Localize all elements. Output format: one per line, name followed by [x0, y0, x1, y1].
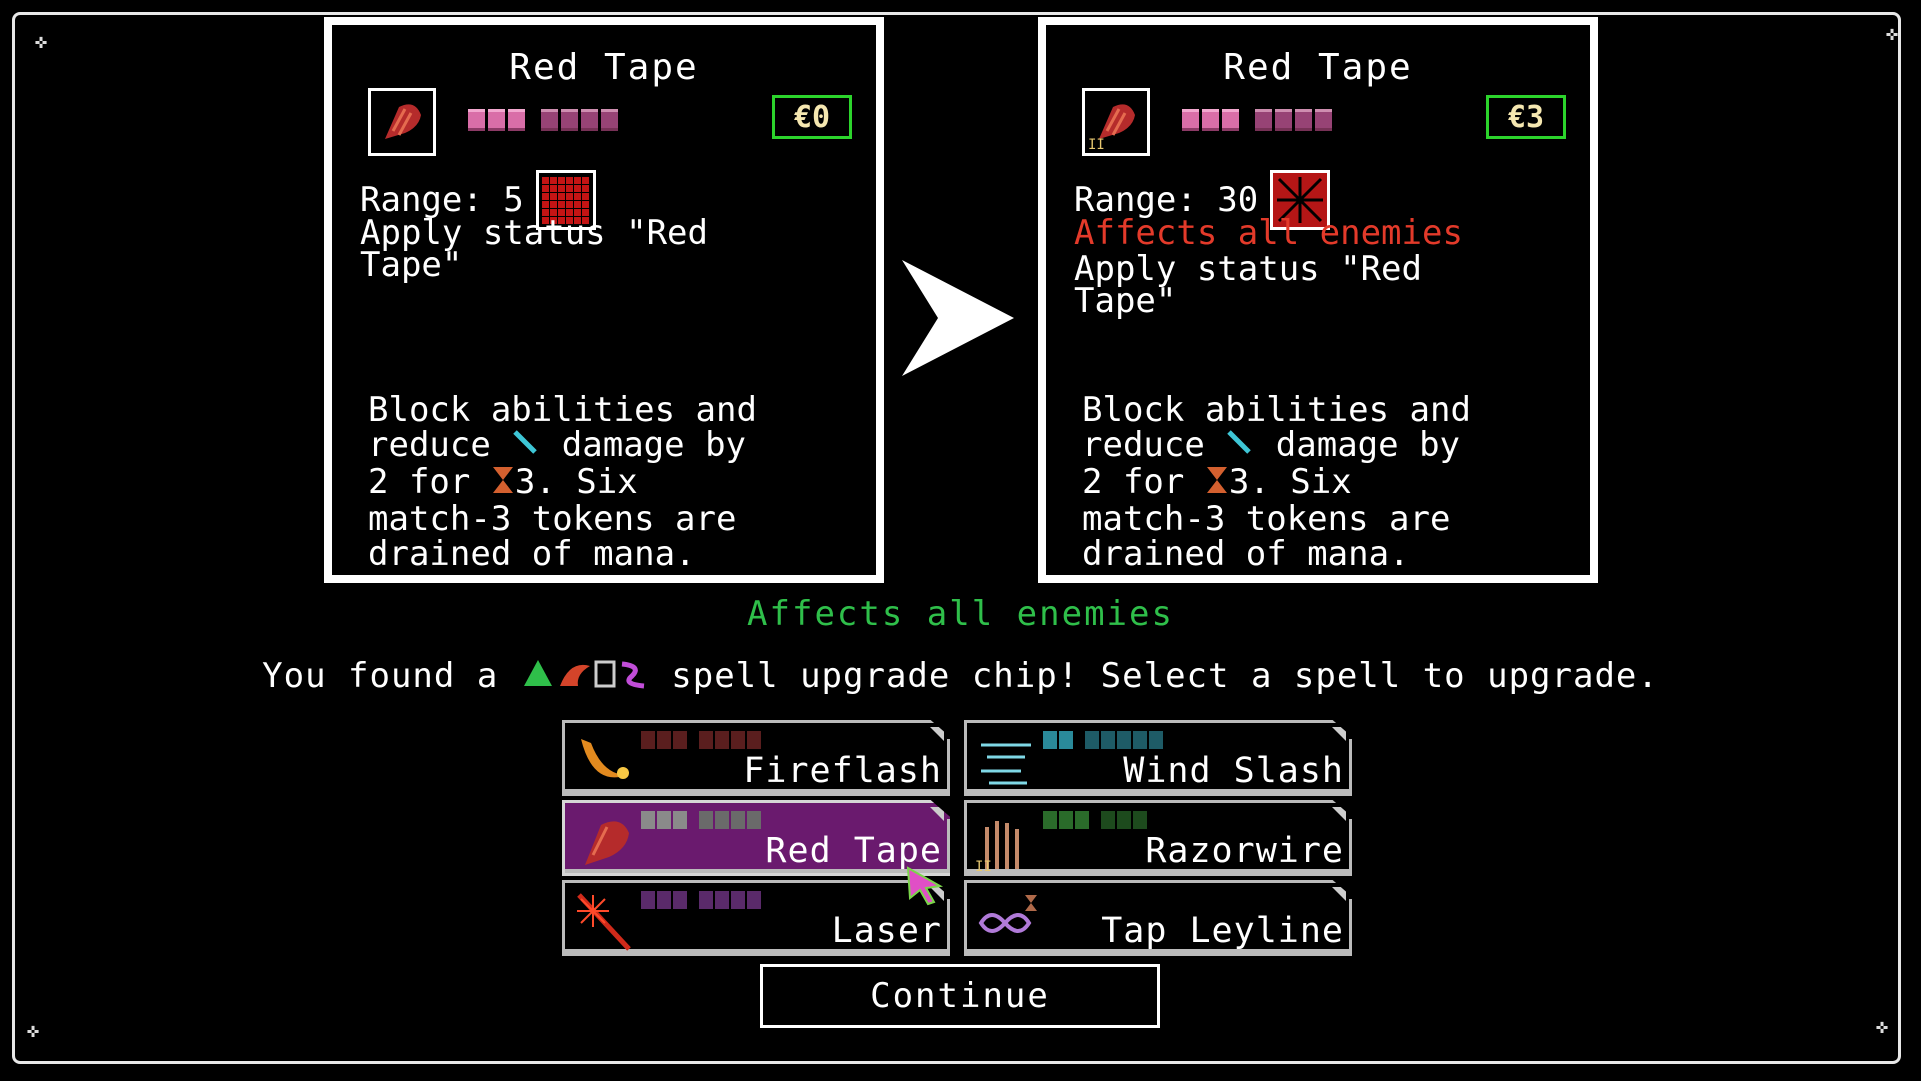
upgrade-effect-text: Affects all enemies [747, 594, 1174, 634]
spell-option-tap-leyline[interactable]: Tap Leyline [964, 880, 1352, 956]
spell-card-before: Red Tape €0 Range: 5 Apply status "Red T… [324, 17, 884, 583]
spell-option-red-tape[interactable]: Red Tape [562, 800, 950, 876]
corner-rivet-icon: ✜ [26, 1018, 40, 1042]
spell-label: Fireflash [743, 751, 942, 791]
status-text-2: Tape" [1074, 281, 1177, 321]
level-badge: II [975, 859, 992, 875]
sword-icon [1225, 428, 1255, 465]
card-description: Block abilities and reduce damage by 2 f… [368, 390, 757, 574]
upgrade-chip-icon [520, 656, 650, 699]
fireflash-icon [573, 729, 639, 795]
laser-icon [573, 889, 639, 955]
corner-rivet-icon: ✜ [1875, 1014, 1889, 1038]
sword-icon [511, 428, 541, 465]
spell-option-fireflash[interactable]: Fireflash [562, 720, 950, 796]
spell-option-wind-slash[interactable]: Wind Slash [964, 720, 1352, 796]
mana-pips [468, 109, 618, 131]
spell-label: Razorwire [1145, 831, 1344, 871]
found-message: You found a spell upgrade chip! Select a… [0, 656, 1921, 699]
red-tape-icon: II [1082, 88, 1150, 156]
corner-rivet-icon: ✜ [1885, 21, 1899, 45]
card-description: Block abilities and reduce damage by 2 f… [1082, 390, 1471, 574]
spell-option-razorwire[interactable]: II Razorwire [964, 800, 1352, 876]
level-badge: II [1088, 137, 1105, 153]
spell-label: Wind Slash [1123, 751, 1344, 791]
window-frame [12, 12, 1901, 1064]
wind-slash-icon [975, 729, 1041, 795]
arrow-right-icon [902, 260, 1014, 376]
razorwire-icon: II [975, 809, 1041, 875]
tap-leyline-icon [975, 889, 1041, 955]
corner-rivet-icon: ✜ [34, 29, 48, 53]
cursor-icon [906, 866, 944, 906]
mana-pips [1182, 109, 1332, 131]
spell-label: Tap Leyline [1101, 911, 1344, 951]
continue-button[interactable]: Continue [760, 964, 1160, 1028]
spell-label: Laser [831, 911, 942, 951]
status-text-2: Tape" [360, 245, 463, 285]
cost-badge: €3 [1486, 95, 1566, 139]
card-title: Red Tape [1223, 47, 1413, 88]
spell-card-after: Red Tape II €3 Range: 30 Affects all ene… [1038, 17, 1598, 583]
card-title: Red Tape [509, 47, 699, 88]
spell-option-laser[interactable]: Laser [562, 880, 950, 956]
spell-label: Red Tape [765, 831, 942, 871]
cost-badge: €0 [772, 95, 852, 139]
red-tape-icon [573, 809, 639, 875]
hourglass-icon [491, 465, 515, 502]
affects-text: Affects all enemies [1074, 213, 1463, 253]
hourglass-icon [1205, 465, 1229, 502]
red-tape-icon [368, 88, 436, 156]
